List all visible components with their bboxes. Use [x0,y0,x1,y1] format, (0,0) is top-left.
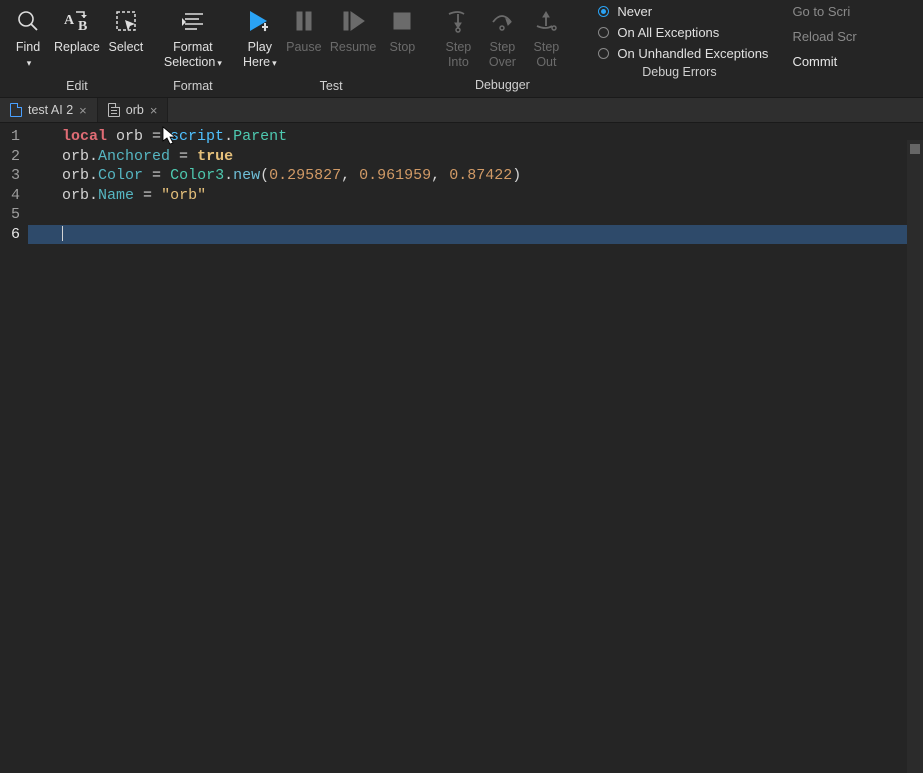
step-over-icon [488,4,516,38]
step-into-label-1: Step [446,40,472,55]
tab-label: orb [126,103,144,117]
replace-label: Replace [54,40,100,55]
ribbon-group-debug-errors: Never On All Exceptions On Unhandled Exc… [574,2,784,97]
find-button[interactable]: Find [8,2,48,73]
ribbon-group-edit: Find AB Replace Select Edit [4,2,154,97]
on-all-label: On All Exceptions [617,25,719,40]
ribbon-group-format: Format Selection Format [154,2,232,97]
step-into-icon [444,4,472,38]
play-icon [245,4,275,38]
find-caret [25,55,32,71]
format-selection-icon [179,4,207,38]
script-icon [108,103,120,117]
code-line: local orb = script.Parent [62,127,923,147]
reload-script-button[interactable]: Reload Scr [792,29,856,44]
ribbon-group-test: Play Here Pause Resume Stop [232,2,431,97]
debug-error-all-radio[interactable]: On All Exceptions [598,25,768,40]
step-out-button[interactable]: Step Out [526,2,566,72]
tab-test-ai-2[interactable]: test AI 2 × [0,98,98,122]
line-number-current: 6 [0,225,20,245]
code-line-current [62,225,923,245]
replace-icon: AB [62,4,92,38]
resume-label: Resume [330,40,377,55]
select-label: Select [109,40,144,55]
pause-icon [292,4,316,38]
step-out-icon [532,4,560,38]
text-caret [62,226,63,241]
goto-script-button[interactable]: Go to Scri [792,4,856,19]
select-icon [113,4,139,38]
debug-errors-group-label: Debug Errors [642,65,716,79]
select-button[interactable]: Select [106,2,146,57]
radio-icon [598,48,609,59]
tab-orb[interactable]: orb × [98,98,169,122]
format-selection-button[interactable]: Format Selection [162,2,224,73]
line-number: 5 [0,205,20,225]
on-unhandled-label: On Unhandled Exceptions [617,46,768,61]
code-line: orb.Name = "orb" [62,186,923,206]
stop-icon [390,4,414,38]
resume-icon [340,4,366,38]
step-out-label-1: Step [534,40,560,55]
format-group-label: Format [173,79,213,93]
test-group-label: Test [320,79,343,93]
edit-group-label: Edit [66,79,88,93]
format-selection-label-2: Selection [164,55,222,71]
pause-label: Pause [286,40,321,55]
close-icon[interactable]: × [79,103,87,118]
line-number: 1 [0,127,20,147]
radio-icon [598,27,609,38]
svg-text:A: A [64,13,75,28]
pause-button[interactable]: Pause [284,2,324,57]
line-number: 2 [0,147,20,167]
step-out-label-2: Out [536,55,556,70]
stop-label: Stop [390,40,416,55]
debug-error-unhandled-radio[interactable]: On Unhandled Exceptions [598,46,768,61]
line-number: 4 [0,186,20,206]
line-number: 3 [0,166,20,186]
find-label: Find [16,40,40,55]
play-here-button[interactable]: Play Here [240,2,280,73]
stop-button[interactable]: Stop [382,2,422,57]
close-icon[interactable]: × [150,103,158,118]
code-line [62,205,923,225]
replace-button[interactable]: AB Replace [52,2,102,57]
debug-error-never-radio[interactable]: Never [598,4,768,19]
step-into-button[interactable]: Step Into [438,2,478,72]
tab-label: test AI 2 [28,103,73,117]
step-over-label-1: Step [490,40,516,55]
radio-selected-icon [598,6,609,17]
format-selection-label-1: Format [173,40,213,55]
code-line: orb.Color = Color3.new(0.295827, 0.96195… [62,166,923,186]
step-over-label-2: Over [489,55,516,70]
resume-button[interactable]: Resume [328,2,379,57]
line-gutter: 1 2 3 4 5 6 [0,123,28,756]
code-line: orb.Anchored = true [62,147,923,167]
commit-button[interactable]: Commit [792,54,856,69]
step-over-button[interactable]: Step Over [482,2,522,72]
debugger-group-label: Debugger [475,78,530,92]
ribbon-group-debugger: Step Into Step Over Step Out Debugger [430,2,574,97]
play-label-1: Play [248,40,272,55]
ribbon: Find AB Replace Select Edit [0,0,923,97]
script-icon [10,103,22,117]
tab-bar: test AI 2 × orb × [0,97,923,123]
svg-text:B: B [78,19,87,34]
ribbon-right-column: Go to Scri Reload Scr Commit [784,2,856,97]
play-label-2: Here [243,55,277,71]
code-editor[interactable]: 1 2 3 4 5 6 local orb = script.Parent or… [0,123,923,756]
magnifier-icon [15,4,41,38]
step-into-label-2: Into [448,55,469,70]
never-label: Never [617,4,652,19]
code-area[interactable]: local orb = script.Parent orb.Anchored =… [28,123,923,756]
